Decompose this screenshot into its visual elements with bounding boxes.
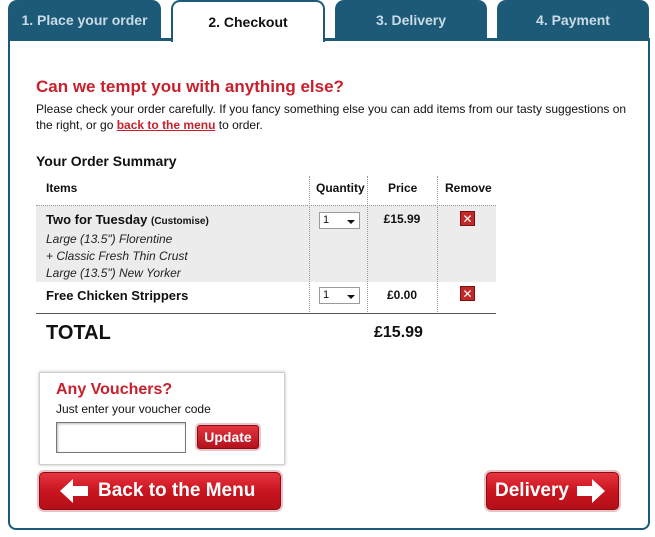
back-to-menu-label: Back to the Menu (98, 480, 256, 501)
total-divider (36, 313, 496, 314)
quantity-value: 1 (323, 289, 330, 301)
quantity-value: 1 (323, 214, 330, 226)
item-name: Free Chicken Strippers (46, 288, 189, 303)
delivery-label: Delivery (495, 480, 569, 501)
column-divider (437, 176, 438, 312)
table-row: Two for Tuesday (Customise) Large (13.5"… (36, 205, 496, 282)
intro-text-after: to order. (215, 118, 263, 132)
tab-checkout[interactable]: 2. Checkout (171, 0, 325, 42)
total-label: TOTAL (46, 322, 111, 344)
tab-delivery[interactable]: 3. Delivery (335, 0, 487, 40)
remove-item-icon[interactable]: ✕ (460, 211, 475, 226)
intro-text: Please check your order carefully. If yo… (36, 101, 636, 133)
chevron-down-icon (347, 295, 355, 299)
column-divider (309, 176, 310, 312)
back-to-menu-button[interactable]: Back to the Menu (39, 472, 281, 510)
item-price: £15.99 (383, 212, 421, 226)
page-headline: Can we tempt you with anything else? (36, 77, 344, 96)
voucher-subtitle: Just enter your voucher code (56, 402, 211, 416)
table-header: Items Quantity Price Remove (36, 176, 496, 205)
item-detail-line: + Classic Fresh Thin Crust (46, 249, 188, 263)
quantity-select[interactable]: 1 (319, 287, 360, 304)
col-remove: Remove (445, 181, 492, 195)
item-detail-line: Large (13.5") New Yorker (46, 266, 181, 280)
quantity-select[interactable]: 1 (319, 212, 360, 229)
item-detail-line: Large (13.5") Florentine (46, 232, 173, 246)
back-to-menu-link[interactable]: back to the menu (117, 118, 216, 132)
order-summary-table: Items Quantity Price Remove Two for Tues… (36, 176, 496, 344)
voucher-title: Any Vouchers? (56, 381, 173, 398)
order-summary-title: Your Order Summary (36, 153, 177, 169)
arrow-left-icon (60, 479, 88, 503)
arrow-right-icon (576, 479, 605, 503)
col-price: Price (388, 181, 418, 195)
tab-payment[interactable]: 4. Payment (497, 0, 649, 40)
chevron-down-icon (347, 220, 355, 224)
table-row: Free Chicken Strippers 1 £0.00 ✕ (36, 282, 496, 312)
voucher-code-input[interactable] (56, 422, 186, 453)
tab-place-order[interactable]: 1. Place your order (8, 0, 161, 40)
update-button[interactable]: Update (197, 425, 259, 449)
total-value: £15.99 (374, 324, 423, 341)
col-items: Items (46, 181, 78, 195)
item-price: £0.00 (386, 288, 418, 302)
item-details: Large (13.5") Florentine + Classic Fresh… (46, 231, 188, 282)
col-quantity: Quantity (316, 181, 365, 195)
customise-link[interactable]: (Customise) (151, 216, 209, 227)
column-divider (367, 176, 368, 312)
item-name-text: Two for Tuesday (46, 212, 148, 227)
remove-item-icon[interactable]: ✕ (460, 286, 475, 301)
voucher-box: Any Vouchers? Just enter your voucher co… (39, 372, 285, 465)
delivery-button[interactable]: Delivery (486, 472, 619, 510)
item-name: Two for Tuesday (Customise) (46, 212, 209, 227)
